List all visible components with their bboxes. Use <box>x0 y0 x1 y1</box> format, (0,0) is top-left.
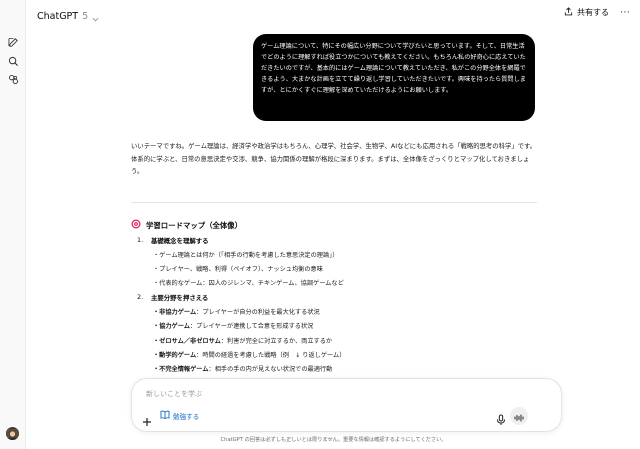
roadmap-title: 学習ロードマップ（全体像） <box>146 220 243 230</box>
share-label: 共有する <box>577 8 609 17</box>
list-item: ・プレイヤー、戦略、利得（ペイオフ）、ナッシュ均衡の意味 <box>153 266 323 274</box>
list-item: ・非協力ゲーム ：プレイヤーが自分の利益を最大化する状況 <box>153 308 320 316</box>
share-button[interactable]: 共有する <box>564 7 609 18</box>
chevron-down-icon <box>92 7 99 26</box>
section-number: 2. <box>137 293 144 302</box>
user-message: ゲーム理論について、特にその幅広い分野について学びたいと思っています。そして、日… <box>253 34 535 121</box>
library-icon[interactable] <box>7 73 19 85</box>
model-switcher[interactable]: ChatGPT 5 <box>37 7 99 26</box>
model-name: ChatGPT <box>37 11 79 22</box>
voice-icon <box>514 407 524 426</box>
list-item: ・ゼロサム／非ゼロサム ：利害が完全に対立するか、両立するか <box>153 337 333 345</box>
roadmap-heading: 学習ロードマップ（全体像） <box>131 217 541 233</box>
section-number: 1. <box>137 236 144 244</box>
sidebar <box>0 0 26 449</box>
list-item: ・ゲーム理論とは何か（「相手の行動を考慮した意思決定の理論」） <box>153 251 339 259</box>
study-mode-button[interactable]: 勉強する <box>160 410 199 421</box>
prompt-input[interactable] <box>146 388 486 400</box>
section-title: 主要分野を押さえる <box>151 293 209 302</box>
share-icon <box>564 7 573 18</box>
search-icon[interactable] <box>7 55 19 67</box>
divider <box>131 202 537 203</box>
model-version: 5 <box>82 11 89 22</box>
roadmap: 学習ロードマップ（全体像） 1. 基礎概念を理解する ・ゲーム理論とは何か（「相… <box>131 217 541 376</box>
list-item: ・代表的なゲーム：囚人のジレンマ、チキンゲーム、協調ゲームなど <box>153 280 344 288</box>
voice-mode-button[interactable] <box>510 407 528 425</box>
more-icon[interactable]: ⋯ <box>617 6 633 20</box>
disclaimer: ChatGPT の回答は必ずしも正しいとは限りません。重要な情報は確認するように… <box>220 437 447 443</box>
new-chat-icon[interactable] <box>7 36 19 48</box>
target-icon <box>131 219 141 231</box>
study-label: 勉強する <box>173 412 200 421</box>
plus-icon[interactable] <box>142 412 152 426</box>
assistant-intro: いいテーマですね。ゲーム理論は、経済学や政治学はもちろん、心理学、社会学、生物学… <box>131 143 537 176</box>
section-heading: 2. 主要分野を押さえる <box>131 290 541 304</box>
section-heading: 1. 基礎概念を理解する <box>131 233 541 247</box>
header: ChatGPT 5 共有する ⋯ <box>27 0 640 28</box>
list-item: ・動学的ゲーム ：時間の経過を考慮した戦略（例 ↓ り返しゲーム） <box>153 352 346 360</box>
book-icon <box>160 410 170 421</box>
list-item: ・不完全情報ゲーム ：相手の手の内が見えない状況での最適行動 <box>153 366 333 374</box>
main-area: ChatGPT 5 共有する ⋯ ゲーム理論について、特にその幅広い分野について… <box>27 0 640 449</box>
list-item: ・協力ゲーム ：プレイヤーが連携して合意を形成する状況 <box>153 323 314 331</box>
mic-icon[interactable] <box>496 411 506 425</box>
section-title: 基礎概念を理解する <box>151 236 209 245</box>
avatar[interactable] <box>6 427 19 440</box>
composer: 勉強する <box>131 378 562 432</box>
assistant-message: いいテーマですね。ゲーム理論は、経済学や政治学はもちろん、心理学、社会学、生物学… <box>131 141 541 179</box>
